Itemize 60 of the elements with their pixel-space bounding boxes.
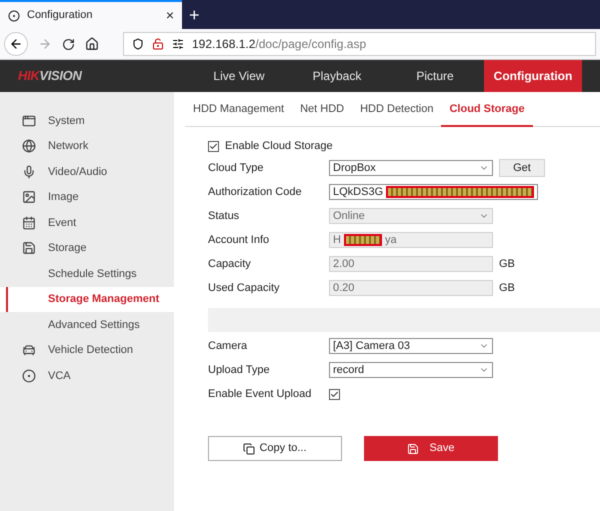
tab-close[interactable]: ×	[166, 5, 174, 26]
copy-to-button[interactable]: Copy to...	[208, 436, 342, 461]
shield-icon	[132, 38, 144, 50]
circle-icon	[22, 368, 36, 383]
field-label: Enable Event Upload	[208, 386, 312, 402]
unit-label: GB	[499, 280, 515, 296]
new-tab-button[interactable]: +	[189, 6, 200, 24]
image-icon	[22, 190, 36, 204]
address-bar[interactable]: 192.168.1.2/doc/page/config.asp	[123, 32, 596, 56]
reload-icon[interactable]	[62, 38, 75, 50]
window-icon	[22, 114, 36, 128]
nav-tab[interactable]: Configuration	[484, 60, 582, 92]
microphone-icon	[22, 164, 36, 179]
sidebar-item[interactable]: Advanced Settings	[0, 312, 174, 338]
checkbox[interactable]	[208, 140, 219, 152]
sidebar-item[interactable]: Storage Management	[0, 286, 174, 312]
sidebar-item[interactable]: Image	[0, 184, 174, 210]
get-button[interactable]: Get	[499, 159, 545, 177]
logo: HIKVISION	[18, 67, 83, 86]
field-label: Capacity	[208, 256, 252, 272]
back-button[interactable]	[4, 32, 28, 56]
sub-tab[interactable]: HDD Management	[185, 100, 292, 127]
unit-label: GB	[499, 256, 515, 272]
nav-tab[interactable]: Live View	[190, 60, 288, 92]
field-label: Authorization Code	[208, 184, 303, 200]
tab-favicon-icon	[8, 10, 20, 22]
sidebar-item[interactable]: Video/Audio	[0, 159, 174, 184]
checkbox-label: Enable Cloud Storage	[225, 138, 333, 154]
sidebar-item[interactable]: Event	[0, 210, 174, 236]
browser-tab[interactable]: Configuration ×	[0, 0, 182, 29]
field-label: Camera	[208, 338, 248, 354]
calendar-icon	[22, 216, 36, 230]
checkbox[interactable]	[329, 388, 340, 400]
save-button[interactable]: Save	[364, 436, 498, 461]
lock-icon	[152, 38, 164, 50]
dropdown[interactable]: record	[329, 362, 493, 378]
input-field[interactable]: LQkDS3G	[329, 184, 538, 200]
nav-tab[interactable]: Picture	[386, 60, 484, 92]
sidebar-item[interactable]: Vehicle Detection	[0, 338, 174, 363]
car-icon	[22, 343, 36, 358]
globe-icon	[22, 139, 36, 154]
sub-tab[interactable]: Net HDD	[292, 100, 352, 127]
field-label: Status	[208, 208, 240, 224]
copy-icon	[243, 442, 256, 454]
sidebar-item[interactable]: VCA	[0, 363, 174, 388]
field-label: Account Info	[208, 232, 270, 248]
sub-tab[interactable]: HDD Detection	[352, 100, 442, 127]
sub-tab[interactable]: Cloud Storage	[441, 100, 533, 127]
sidebar-item[interactable]: Network	[0, 134, 174, 159]
sidebar-item[interactable]: System	[0, 108, 174, 134]
field-label: Used Capacity	[208, 280, 281, 296]
home-icon[interactable]	[85, 37, 99, 51]
sliders-icon	[172, 38, 184, 50]
sidebar-item[interactable]: Schedule Settings	[0, 261, 174, 286]
dropdown[interactable]: [A3] Camera 03	[329, 338, 493, 354]
dropdown[interactable]: DropBox	[329, 160, 493, 176]
field-label: Upload Type	[208, 362, 271, 378]
nav-tab[interactable]: Playback	[288, 60, 386, 92]
field-label: Cloud Type	[208, 160, 264, 176]
sidebar-item[interactable]: Storage	[0, 236, 174, 261]
